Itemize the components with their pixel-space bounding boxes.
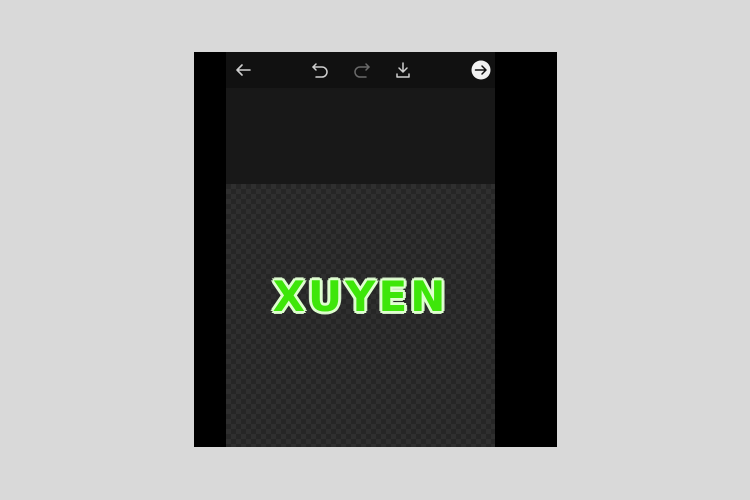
next-button[interactable] bbox=[470, 59, 492, 81]
undo-icon bbox=[311, 62, 329, 78]
phone-frame: XUYEN bbox=[194, 52, 557, 447]
app-screen: XUYEN bbox=[226, 52, 495, 447]
download-icon bbox=[395, 61, 411, 79]
back-arrow-icon bbox=[234, 63, 252, 77]
download-button[interactable] bbox=[392, 59, 414, 81]
next-arrow-icon bbox=[471, 60, 491, 80]
back-button[interactable] bbox=[232, 59, 254, 81]
sticker-text[interactable]: XUYEN bbox=[226, 276, 495, 318]
transparent-canvas[interactable]: XUYEN bbox=[226, 184, 495, 447]
empty-panel bbox=[226, 88, 495, 184]
redo-icon bbox=[353, 62, 371, 78]
redo-button[interactable] bbox=[351, 59, 373, 81]
top-toolbar bbox=[226, 52, 495, 88]
undo-button[interactable] bbox=[309, 59, 331, 81]
